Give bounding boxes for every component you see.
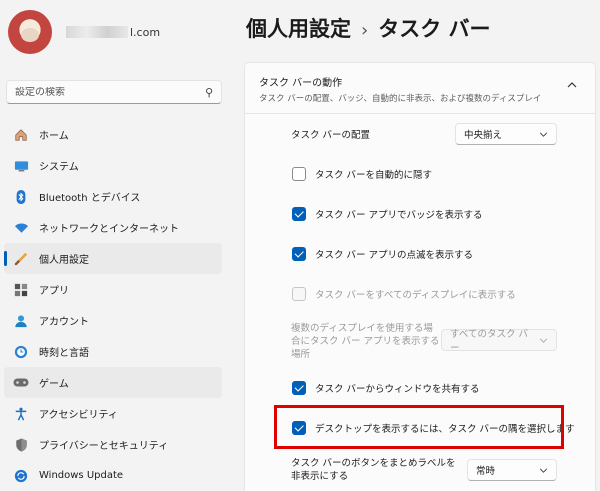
user-email: l.com bbox=[66, 26, 160, 39]
sidebar-nav: ホーム システム Bluetooth とデバイス ネットワークとインターネット … bbox=[4, 119, 222, 491]
search-icon: ⚲ bbox=[204, 85, 213, 99]
time-language-icon bbox=[12, 343, 30, 361]
sidebar-item-accessibility[interactable]: アクセシビリティ bbox=[4, 398, 222, 429]
share-window-label: タスク バーからウィンドウを共有する bbox=[315, 384, 480, 395]
sidebar-item-label: Bluetooth とデバイス bbox=[39, 193, 141, 204]
multi-display-dropdown[interactable]: すべてのタスク バー bbox=[441, 329, 557, 354]
taskbar-alignment-dropdown[interactable]: 中央揃え bbox=[455, 123, 557, 145]
badges-label: タスク バー アプリでバッジを表示する bbox=[315, 210, 483, 221]
sidebar-item-bluetooth[interactable]: Bluetooth とデバイス bbox=[4, 181, 222, 212]
taskbar-behaviors-header[interactable]: タスク バーの動作 タスク バーの配置、バッジ、自動的に非表示、および複数のディ… bbox=[244, 62, 596, 114]
flashing-label: タスク バー アプリの点滅を表示する bbox=[315, 250, 474, 261]
combine-buttons-row: タスク バーのボタンをまとめラベルを 非表示にする 常時 bbox=[244, 448, 596, 491]
breadcrumb-parent[interactable]: 個人用設定 bbox=[246, 17, 351, 41]
auto-hide-row: タスク バーを自動的に隠す bbox=[244, 154, 596, 194]
user-profile[interactable]: l.com bbox=[8, 10, 160, 54]
dropdown-value: すべてのタスク バー bbox=[450, 329, 528, 354]
sidebar-item-system[interactable]: システム bbox=[4, 150, 222, 181]
gaming-icon bbox=[12, 374, 30, 392]
sidebar-item-personalization[interactable]: 個人用設定 bbox=[4, 243, 222, 274]
sidebar-item-gaming[interactable]: ゲーム bbox=[4, 367, 222, 398]
accessibility-icon bbox=[12, 405, 30, 423]
multi-display-label-line3: 場所 bbox=[291, 348, 311, 360]
chevron-down-icon bbox=[539, 130, 548, 139]
brush-icon bbox=[12, 250, 30, 268]
combine-buttons-label: タスク バーのボタンをまとめラベルを 非表示にする bbox=[291, 457, 456, 483]
badges-checkbox[interactable] bbox=[292, 207, 306, 221]
shield-icon bbox=[12, 436, 30, 454]
breadcrumb-separator-icon: › bbox=[361, 20, 369, 41]
flashing-row: タスク バー アプリの点滅を表示する bbox=[244, 234, 596, 274]
bluetooth-icon bbox=[12, 188, 30, 206]
multi-display-row: 複数のディスプレイを使用する場 合にタスク バー アプリを表示する 場所 すべて… bbox=[244, 314, 596, 368]
sidebar: l.com ⚲ ホーム システム Bluetooth とデバイス bbox=[0, 0, 232, 491]
section-subtitle: タスク バーの配置、バッジ、自動的に非表示、および複数のディスプレイ bbox=[259, 94, 542, 104]
email-suffix: l.com bbox=[130, 25, 161, 39]
all-displays-label: タスク バーをすべてのディスプレイに表示する bbox=[315, 290, 516, 301]
sidebar-item-home[interactable]: ホーム bbox=[4, 119, 222, 150]
sidebar-item-network[interactable]: ネットワークとインターネット bbox=[4, 212, 222, 243]
share-window-row: タスク バーからウィンドウを共有する bbox=[244, 368, 596, 408]
page-title: 個人用設定 › タスク バー bbox=[246, 13, 491, 43]
taskbar-alignment-label: タスク バーの配置 bbox=[291, 130, 371, 141]
auto-hide-label: タスク バーを自動的に隠す bbox=[315, 170, 433, 181]
sidebar-item-label: アクセシビリティ bbox=[39, 410, 118, 421]
sidebar-item-label: 個人用設定 bbox=[39, 255, 89, 266]
account-icon bbox=[12, 312, 30, 330]
chevron-down-icon bbox=[539, 466, 548, 475]
share-window-checkbox[interactable] bbox=[292, 381, 306, 395]
combine-buttons-dropdown[interactable]: 常時 bbox=[467, 459, 557, 481]
flashing-checkbox[interactable] bbox=[292, 247, 306, 261]
apps-icon bbox=[12, 281, 30, 299]
section-title: タスク バーの動作 bbox=[259, 78, 343, 89]
sidebar-item-label: ネットワークとインターネット bbox=[39, 224, 179, 235]
multi-display-label: 複数のディスプレイを使用する場 合にタスク バー アプリを表示する 場所 bbox=[291, 322, 440, 361]
chevron-down-icon bbox=[539, 336, 548, 345]
dropdown-value: 中央揃え bbox=[464, 130, 503, 141]
sidebar-item-label: アプリ bbox=[39, 286, 69, 297]
sidebar-item-label: ホーム bbox=[39, 131, 69, 142]
sidebar-item-privacy[interactable]: プライバシーとセキュリティ bbox=[4, 429, 222, 460]
all-displays-checkbox[interactable] bbox=[292, 287, 306, 301]
badges-row: タスク バー アプリでバッジを表示する bbox=[244, 194, 596, 234]
sidebar-item-windows-update[interactable]: Windows Update bbox=[4, 460, 222, 491]
combine-buttons-label-line1: タスク バーのボタンをまとめラベルを bbox=[291, 457, 456, 469]
combine-buttons-label-line2: 非表示にする bbox=[291, 470, 349, 482]
sidebar-item-label: ゲーム bbox=[39, 379, 69, 390]
sidebar-item-label: プライバシーとセキュリティ bbox=[39, 441, 169, 452]
all-displays-row: タスク バーをすべてのディスプレイに表示する bbox=[244, 274, 596, 314]
sidebar-item-apps[interactable]: アプリ bbox=[4, 274, 222, 305]
search-box[interactable]: ⚲ bbox=[6, 80, 222, 104]
sidebar-item-time-language[interactable]: 時刻と言語 bbox=[4, 336, 222, 367]
auto-hide-checkbox[interactable] bbox=[292, 167, 306, 181]
redacted-email-blur bbox=[66, 26, 128, 38]
dropdown-value: 常時 bbox=[476, 466, 496, 477]
breadcrumb-current: タスク バー bbox=[378, 17, 491, 41]
sidebar-item-label: Windows Update bbox=[39, 470, 124, 481]
multi-display-label-line2: 合にタスク バー アプリを表示する bbox=[291, 335, 440, 347]
avatar[interactable] bbox=[8, 10, 52, 54]
windows-update-icon bbox=[12, 467, 30, 485]
sidebar-item-accounts[interactable]: アカウント bbox=[4, 305, 222, 336]
system-icon bbox=[12, 157, 30, 175]
chevron-up-icon[interactable] bbox=[567, 81, 577, 91]
taskbar-alignment-row: タスク バーの配置 中央揃え bbox=[244, 114, 596, 154]
highlight-annotation-box bbox=[274, 405, 564, 449]
network-icon bbox=[12, 219, 30, 237]
search-input[interactable] bbox=[15, 86, 205, 98]
multi-display-label-line1: 複数のディスプレイを使用する場 bbox=[291, 322, 433, 334]
sidebar-item-label: アカウント bbox=[39, 317, 89, 328]
home-icon bbox=[12, 126, 30, 144]
sidebar-item-label: 時刻と言語 bbox=[39, 348, 89, 359]
sidebar-item-label: システム bbox=[39, 162, 79, 173]
